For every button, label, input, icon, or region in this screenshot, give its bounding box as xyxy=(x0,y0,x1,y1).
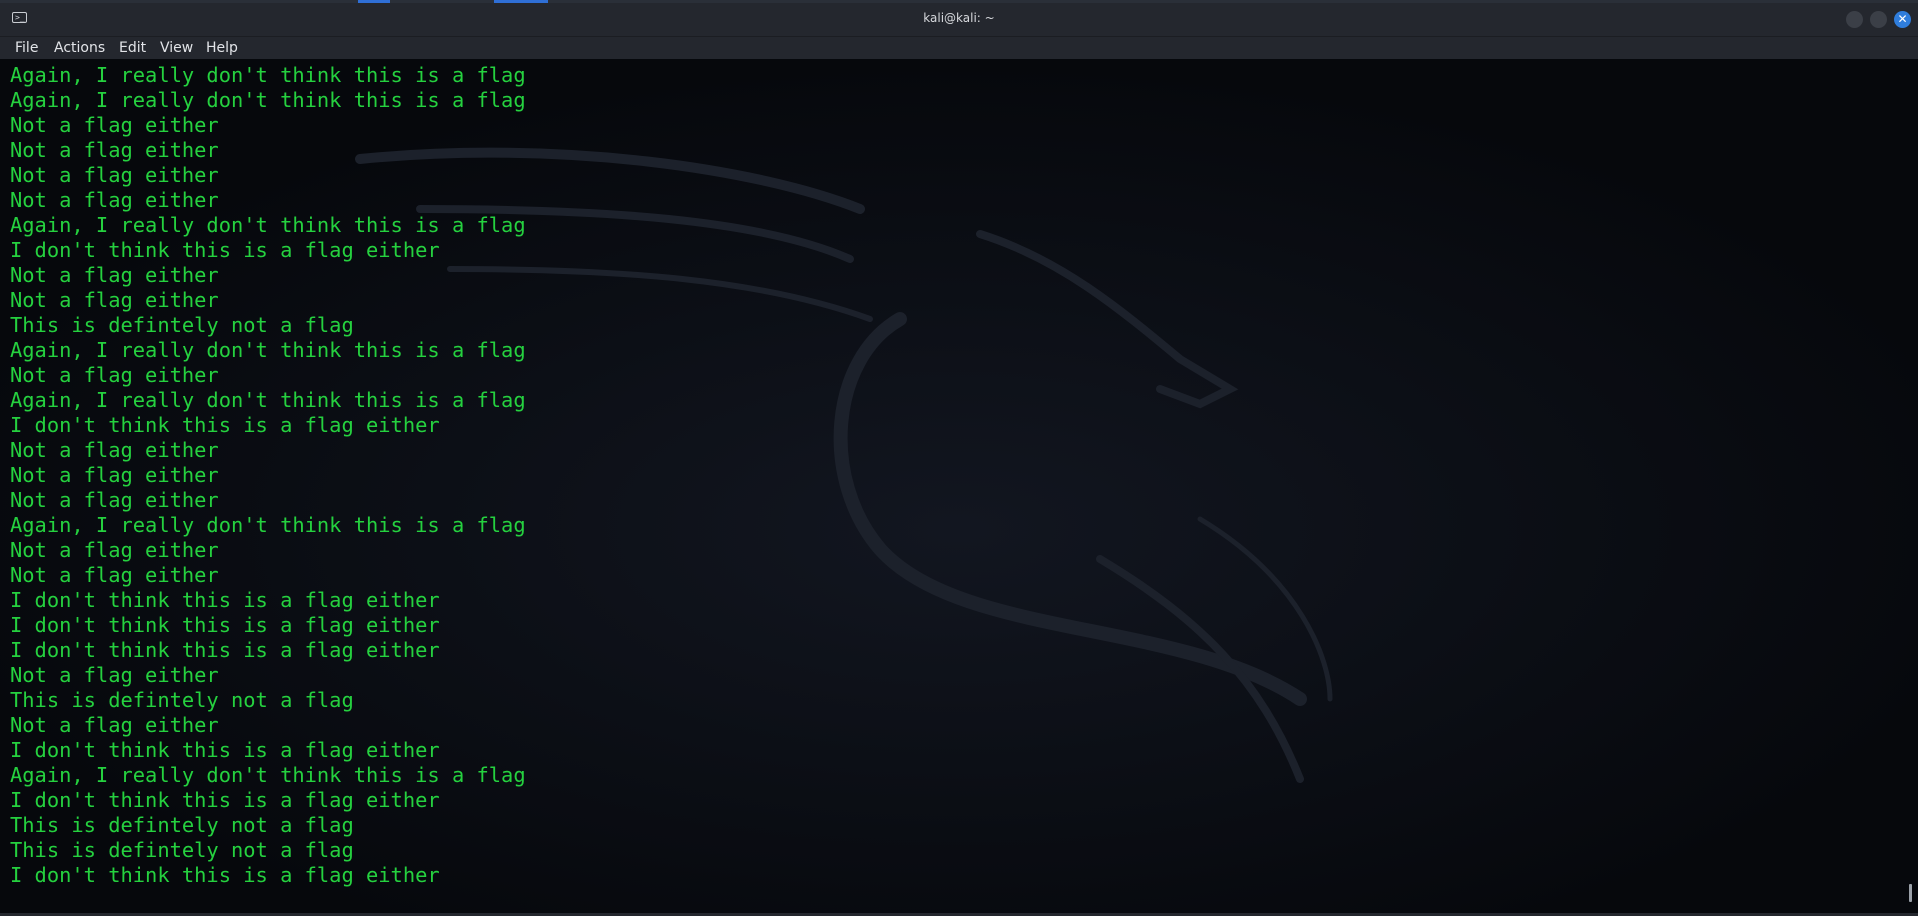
terminal-line: I don't think this is a flag either xyxy=(10,413,440,437)
terminal-line: Not a flag either xyxy=(10,188,219,212)
terminal-line: Not a flag either xyxy=(10,163,219,187)
terminal-window: >_ kali@kali: ~ ✕ File Actions Edit View… xyxy=(0,0,1918,916)
terminal-line: I don't think this is a flag either xyxy=(10,788,440,812)
terminal-line: Again, I really don't think this is a fl… xyxy=(10,63,526,87)
terminal-line: Not a flag either xyxy=(10,488,219,512)
terminal-line: Again, I really don't think this is a fl… xyxy=(10,513,526,537)
terminal-line: Not a flag either xyxy=(10,663,219,687)
window-title: kali@kali: ~ xyxy=(923,11,995,25)
menu-actions[interactable]: Actions xyxy=(54,37,105,59)
terminal-line: Not a flag either xyxy=(10,713,219,737)
terminal-line: I don't think this is a flag either xyxy=(10,613,440,637)
terminal-line: Not a flag either xyxy=(10,538,219,562)
terminal-line: Not a flag either xyxy=(10,438,219,462)
terminal-line: This is defintely not a flag xyxy=(10,313,354,337)
terminal-line: Not a flag either xyxy=(10,288,219,312)
terminal-line: I don't think this is a flag either xyxy=(10,238,440,262)
menu-edit[interactable]: Edit xyxy=(119,37,146,59)
scroll-thumb[interactable] xyxy=(1909,884,1912,902)
terminal-line: Not a flag either xyxy=(10,463,219,487)
terminal-line: I don't think this is a flag either xyxy=(10,738,440,762)
terminal-line: Not a flag either xyxy=(10,263,219,287)
terminal-line: Again, I really don't think this is a fl… xyxy=(10,763,526,787)
menu-file[interactable]: File xyxy=(15,37,38,59)
menu-bar: File Actions Edit View Help xyxy=(0,37,1918,59)
minimize-icon[interactable] xyxy=(1846,11,1863,28)
terminal-line: This is defintely not a flag xyxy=(10,838,354,862)
terminal-line: I don't think this is a flag either xyxy=(10,638,440,662)
terminal-line: I don't think this is a flag either xyxy=(10,863,440,887)
maximize-icon[interactable] xyxy=(1870,11,1887,28)
terminal-line: Not a flag either xyxy=(10,563,219,587)
terminal-line: This is defintely not a flag xyxy=(10,813,354,837)
terminal-line: Not a flag either xyxy=(10,363,219,387)
title-bar[interactable]: >_ kali@kali: ~ ✕ xyxy=(0,3,1918,37)
terminal-line: Again, I really don't think this is a fl… xyxy=(10,213,526,237)
terminal-lines: Again, I really don't think this is a fl… xyxy=(10,63,526,888)
scrollbar[interactable] xyxy=(1908,60,1912,910)
menu-view[interactable]: View xyxy=(160,37,193,59)
terminal-output[interactable]: Again, I really don't think this is a fl… xyxy=(0,59,1918,914)
terminal-line: Not a flag either xyxy=(10,113,219,137)
menu-help[interactable]: Help xyxy=(206,37,238,59)
terminal-line: Again, I really don't think this is a fl… xyxy=(10,338,526,362)
terminal-line: Again, I really don't think this is a fl… xyxy=(10,388,526,412)
close-icon[interactable]: ✕ xyxy=(1894,11,1911,28)
terminal-line: Not a flag either xyxy=(10,138,219,162)
terminal-line: Again, I really don't think this is a fl… xyxy=(10,88,526,112)
terminal-line: I don't think this is a flag either xyxy=(10,588,440,612)
terminal-line: This is defintely not a flag xyxy=(10,688,354,712)
